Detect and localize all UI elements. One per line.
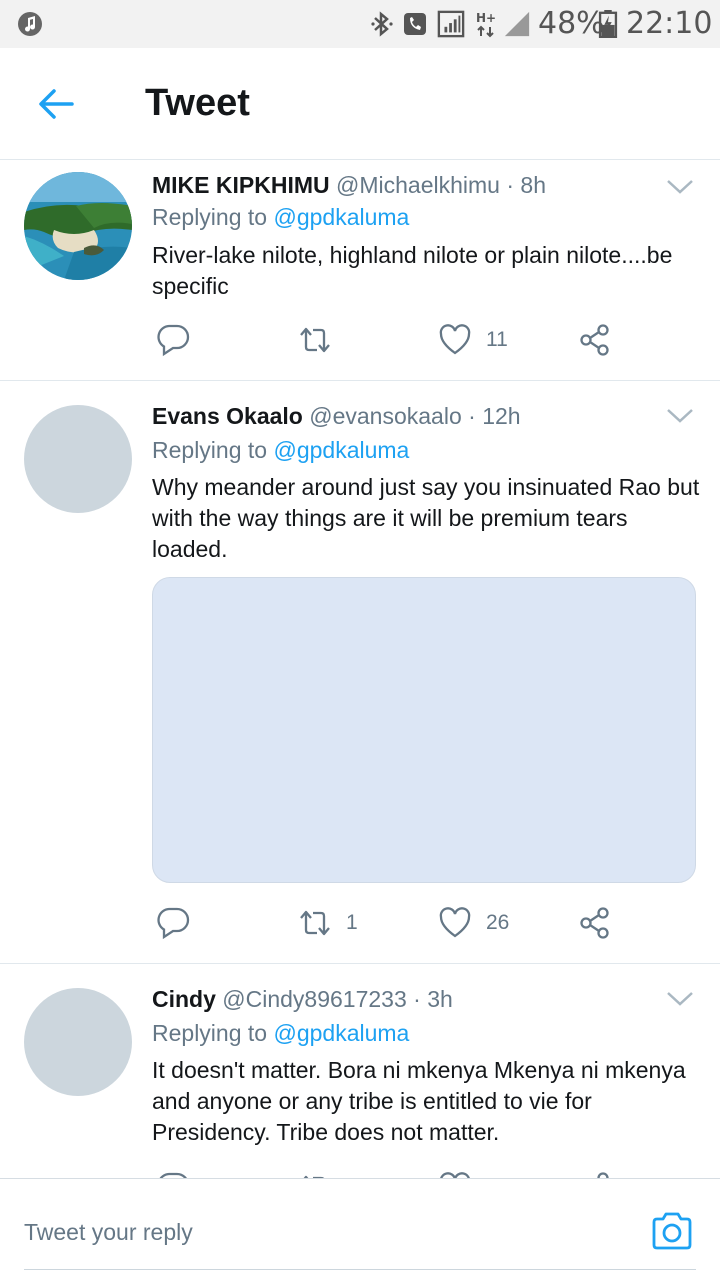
avatar[interactable] bbox=[24, 405, 132, 513]
avatar[interactable] bbox=[24, 988, 132, 1096]
like-count: 26 bbox=[486, 911, 510, 934]
call-icon bbox=[404, 13, 426, 35]
heart-icon bbox=[439, 324, 471, 355]
reply-button[interactable] bbox=[156, 903, 190, 943]
share-button[interactable] bbox=[578, 1168, 612, 1178]
share-button[interactable] bbox=[578, 320, 612, 360]
tweet-text: River-lake nilote, highland nilote or pl… bbox=[152, 242, 673, 299]
author-name[interactable]: Cindy bbox=[152, 986, 216, 1012]
page-title: Tweet bbox=[145, 82, 250, 124]
author-handle[interactable]: @evansokaalo bbox=[309, 403, 462, 429]
like-button[interactable]: 11 bbox=[438, 320, 508, 360]
retweet-count: 1 bbox=[346, 911, 358, 934]
retweet-icon bbox=[300, 910, 330, 936]
reply-icon bbox=[157, 324, 190, 357]
replying-to-link[interactable]: @gpdkaluma bbox=[273, 437, 409, 463]
replying-to: Replying to @gpdkaluma bbox=[152, 204, 410, 230]
retweet-icon bbox=[303, 1175, 324, 1178]
share-icon bbox=[580, 907, 609, 939]
music-icon bbox=[18, 12, 42, 36]
like-count: 11 bbox=[486, 328, 508, 351]
chevron-down-icon[interactable] bbox=[666, 407, 694, 425]
heart-icon bbox=[440, 1172, 470, 1178]
reply-icon bbox=[157, 907, 190, 940]
tweet-author-row: MIKE KIPKHIMU @Michaelkhimu · 8h bbox=[152, 172, 546, 199]
battery-percent: 48% bbox=[538, 6, 605, 41]
reply-input[interactable]: Tweet your reply bbox=[24, 1219, 193, 1246]
retweet-button[interactable] bbox=[298, 1168, 332, 1178]
camera-icon[interactable] bbox=[650, 1209, 694, 1253]
heart-icon bbox=[439, 907, 471, 938]
like-button[interactable] bbox=[438, 1168, 472, 1178]
tweet-actions: 1 26 bbox=[152, 903, 672, 943]
author-handle[interactable]: @Cindy89617233 bbox=[222, 986, 406, 1012]
reply-icon bbox=[159, 1172, 187, 1178]
arrow-left-icon[interactable] bbox=[36, 84, 76, 124]
chevron-down-icon[interactable] bbox=[666, 990, 694, 1008]
retweet-button[interactable]: 1 bbox=[298, 903, 358, 943]
status-bar: H+ 48% 22:10 bbox=[0, 0, 720, 48]
battery-icon bbox=[598, 10, 618, 38]
tweet-actions bbox=[152, 1168, 672, 1178]
hplus-icon: H+ bbox=[476, 11, 496, 38]
reply-compose-bar: Tweet your reply bbox=[0, 1178, 720, 1280]
retweet-button[interactable] bbox=[298, 320, 346, 360]
chevron-down-icon[interactable] bbox=[666, 178, 694, 196]
share-icon bbox=[580, 324, 609, 356]
tweet-reply[interactable]: Evans Okaalo @evansokaalo · 12h Replying… bbox=[0, 381, 720, 964]
like-button[interactable]: 26 bbox=[438, 903, 509, 943]
clock: 22:10 bbox=[626, 6, 713, 41]
bluetooth-icon bbox=[371, 11, 393, 37]
share-button[interactable] bbox=[578, 903, 612, 943]
svg-text:H+: H+ bbox=[476, 11, 496, 25]
replying-to: Replying to @gpdkaluma bbox=[152, 437, 410, 463]
tweet-actions: 11 bbox=[152, 320, 672, 360]
sim-signal-icon bbox=[437, 10, 465, 38]
author-name[interactable]: Evans Okaalo bbox=[152, 403, 303, 429]
tweet-text: It doesn't matter. Bora ni mkenya Mkenya… bbox=[152, 1057, 686, 1145]
input-underline bbox=[24, 1269, 696, 1270]
replying-to: Replying to @gpdkaluma bbox=[152, 1020, 410, 1046]
author-handle[interactable]: @Michaelkhimu bbox=[336, 172, 500, 198]
replying-to-link[interactable]: @gpdkaluma bbox=[273, 204, 409, 230]
tweet-author-row: Evans Okaalo @evansokaalo · 12h bbox=[152, 403, 521, 430]
tweet-time: · 8h bbox=[506, 172, 547, 198]
tweet-time: · 12h bbox=[468, 403, 521, 429]
reply-button[interactable] bbox=[156, 1168, 190, 1178]
author-name[interactable]: MIKE KIPKHIMU bbox=[152, 172, 330, 198]
retweet-icon bbox=[300, 327, 330, 353]
replying-to-link[interactable]: @gpdkaluma bbox=[273, 1020, 409, 1046]
tweet-time: · 3h bbox=[413, 986, 453, 1012]
tweet-reply[interactable]: Cindy @Cindy89617233 · 3h Replying to @g… bbox=[0, 964, 720, 1178]
tweet-text: Why meander around just say you insinuat… bbox=[152, 474, 700, 562]
avatar[interactable] bbox=[24, 172, 132, 280]
tweet-media[interactable] bbox=[152, 577, 696, 883]
reply-button[interactable] bbox=[156, 320, 190, 360]
tweet-author-row: Cindy @Cindy89617233 · 3h bbox=[152, 986, 453, 1013]
tweet-reply[interactable]: MIKE KIPKHIMU @Michaelkhimu · 8h Replyin… bbox=[0, 160, 720, 381]
app-header: Tweet bbox=[0, 48, 720, 160]
share-icon bbox=[597, 1172, 609, 1178]
signal-icon bbox=[504, 11, 530, 37]
